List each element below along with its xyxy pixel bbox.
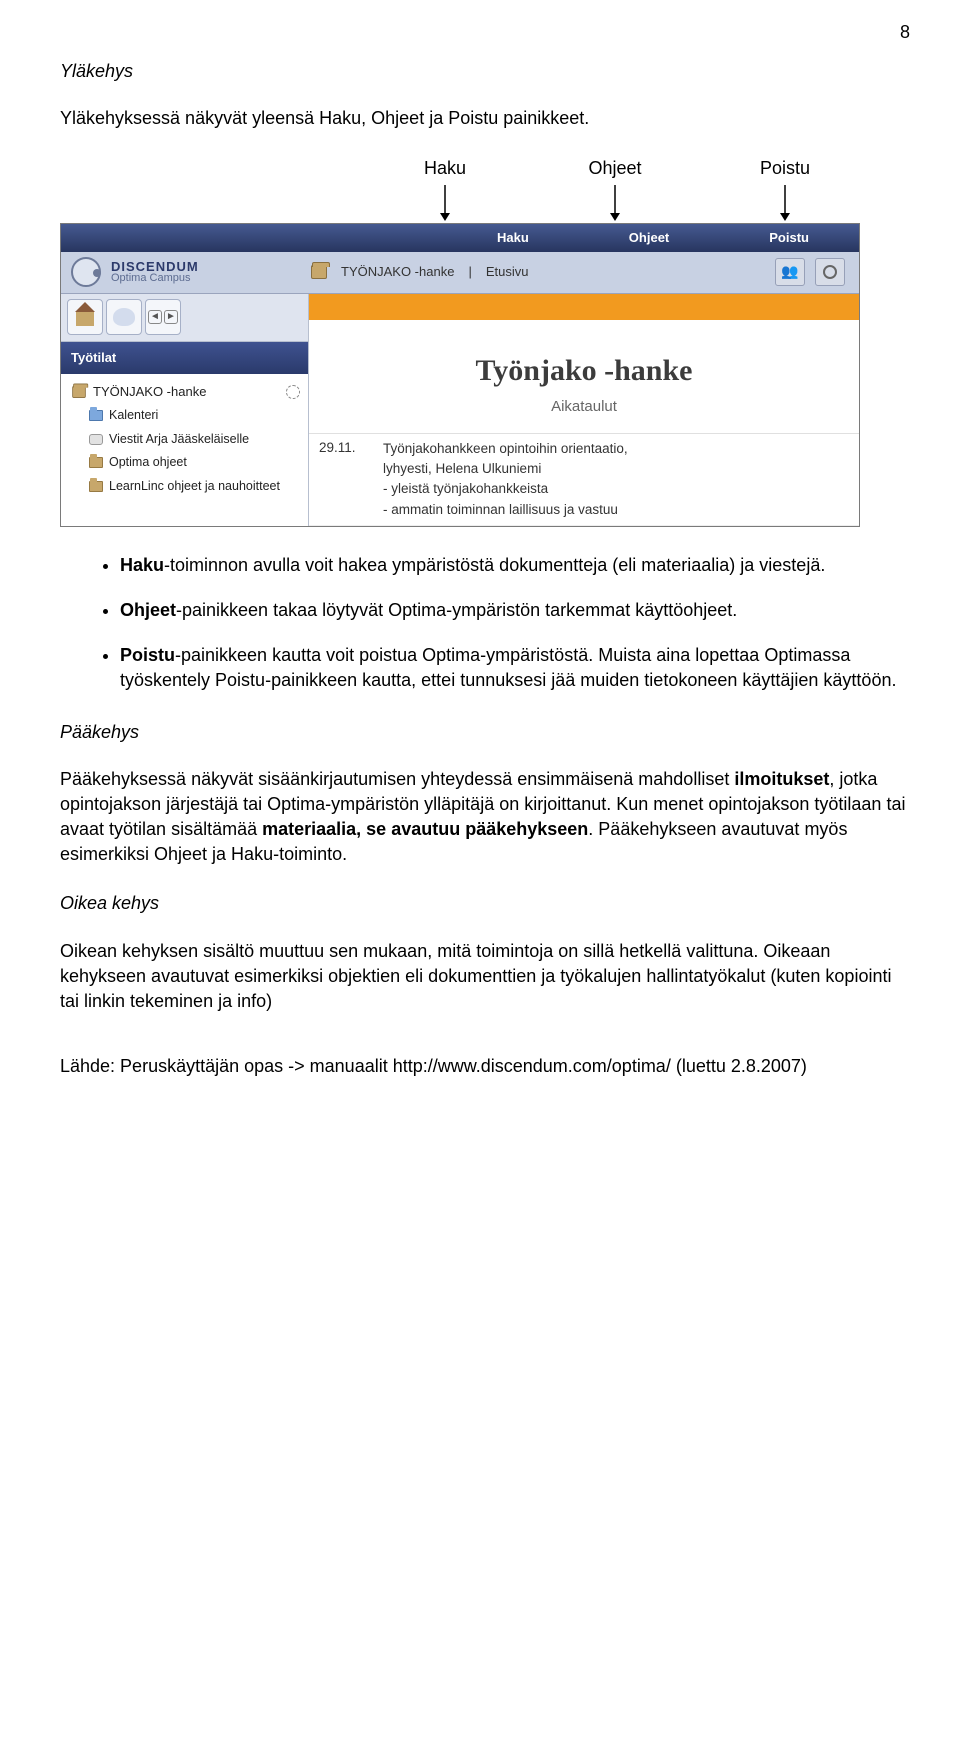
midbar: DISCENDUM Optima Campus TYÖNJAKO -hanke … (61, 252, 859, 294)
source-line: Lähde: Peruskäyttäjän opas -> manuaalit … (60, 1054, 910, 1079)
bullet-item: Poistu-painikkeen kautta voit poistua Op… (120, 643, 910, 693)
brain-icon[interactable] (106, 299, 142, 335)
tree-label: TYÖNJAKO -hanke (93, 383, 206, 401)
section-title-paakehys: Pääkehys (60, 720, 910, 745)
breadcrumb-sep: | (468, 263, 471, 281)
text-span: Pääkehyksessä näkyvät sisäänkirjautumise… (60, 769, 734, 789)
sidebar: ◄► Työtilat TYÖNJAKO -hanke Kalenteri (61, 294, 309, 526)
nav-arrows-icon[interactable]: ◄► (145, 299, 181, 335)
topbar: Haku Ohjeet Poistu (61, 224, 859, 252)
label-ohjeet: Ohjeet (530, 156, 700, 181)
folder-icon (89, 410, 103, 421)
orange-bar (309, 294, 859, 320)
label-poistu: Poistu (700, 156, 870, 181)
gear-icon[interactable] (286, 385, 300, 399)
bullet-list: Haku-toiminnon avulla voit hakea ympäris… (60, 553, 910, 694)
topbar-ohjeet-link[interactable]: Ohjeet (629, 229, 669, 247)
table-row: 29.11. Työnjakohankkeen opintoihin orien… (309, 434, 859, 526)
briefcase-icon (72, 386, 86, 398)
ylakehys-intro: Yläkehyksessä näkyvät yleensä Haku, Ohje… (60, 106, 910, 131)
page-title: Työnjako -hanke (319, 350, 849, 392)
section-title-ylakehys: Yläkehys (60, 59, 910, 84)
tree-item[interactable]: TYÖNJAKO -hanke (71, 380, 300, 404)
logo: DISCENDUM Optima Campus (61, 257, 311, 287)
folder-icon (89, 457, 103, 468)
arrow-down-icon (700, 185, 870, 221)
tree-item[interactable]: Viestit Arja Jääskeläiselle (71, 428, 300, 452)
row-line: - yleistä työnjakohankkeista (383, 479, 853, 499)
briefcase-icon (311, 265, 327, 279)
message-icon (89, 434, 103, 445)
schedule-table: 29.11. Työnjakohankkeen opintoihin orien… (309, 433, 859, 526)
home-icon[interactable] (67, 299, 103, 335)
logo-line2: Optima Campus (111, 273, 199, 285)
row-content: Työnjakohankkeen opintoihin orientaatio,… (383, 439, 853, 520)
bullet-prefix: Poistu (120, 645, 175, 665)
users-icon[interactable]: 👥 (775, 258, 805, 286)
paakehys-para: Pääkehyksessä näkyvät sisäänkirjautumise… (60, 767, 910, 868)
bullet-item: Haku-toiminnon avulla voit hakea ympäris… (120, 553, 910, 578)
pointer-labels: Haku Ohjeet Poistu (360, 156, 910, 181)
topbar-poistu-link[interactable]: Poistu (769, 229, 809, 247)
logo-line1: DISCENDUM (111, 260, 199, 274)
tree-item[interactable]: Kalenteri (71, 404, 300, 428)
row-line: Työnjakohankkeen opintoihin orientaatio, (383, 439, 853, 459)
label-haku: Haku (360, 156, 530, 181)
folder-icon (89, 481, 103, 492)
page-number: 8 (60, 20, 910, 45)
arrow-down-icon (530, 185, 700, 221)
sidebar-header: Työtilat (61, 342, 308, 374)
bullet-text: -painikkeen kautta voit poistua Optima-y… (120, 645, 896, 690)
main-frame: Työnjako -hanke Aikataulut 29.11. Työnja… (309, 294, 859, 526)
oikea-para: Oikean kehyksen sisältö muuttuu sen muka… (60, 939, 910, 1015)
pointer-arrows (360, 185, 910, 221)
arrow-down-icon (360, 185, 530, 221)
row-line: lyhyesti, Helena Ulkuniemi (383, 459, 853, 479)
logo-icon (71, 257, 101, 287)
breadcrumb: TYÖNJAKO -hanke | Etusivu (311, 263, 775, 281)
tree-label: Viestit Arja Jääskeläiselle (109, 431, 249, 449)
settings-icon[interactable] (815, 258, 845, 286)
row-line: - ammatin toiminnan laillisuus ja vastuu (383, 500, 853, 520)
tree-label: LearnLinc ohjeet ja nauhoitteet (109, 478, 280, 496)
text-bold: materiaalia, se avautuu pääkehykseen (262, 819, 588, 839)
text-bold: ilmoitukset (734, 769, 829, 789)
topbar-haku-link[interactable]: Haku (497, 229, 529, 247)
tree-label: Optima ohjeet (109, 454, 187, 472)
bullet-prefix: Haku (120, 555, 164, 575)
section-title-oikea: Oikea kehys (60, 891, 910, 916)
tree-item[interactable]: Optima ohjeet (71, 451, 300, 475)
bullet-item: Ohjeet-painikkeen takaa löytyvät Optima-… (120, 598, 910, 623)
breadcrumb-item[interactable]: TYÖNJAKO -hanke (341, 263, 454, 281)
tree-label: Kalenteri (109, 407, 158, 425)
bullet-text: -painikkeen takaa löytyvät Optima-ympäri… (176, 600, 737, 620)
breadcrumb-item[interactable]: Etusivu (486, 263, 529, 281)
bullet-text: -toiminnon avulla voit hakea ympäristöst… (164, 555, 825, 575)
page-subtitle: Aikataulut (309, 396, 859, 417)
optima-screenshot: Haku Ohjeet Poistu DISCENDUM Optima Camp… (60, 223, 860, 527)
bullet-prefix: Ohjeet (120, 600, 176, 620)
row-date: 29.11. (319, 439, 371, 520)
tree-item[interactable]: LearnLinc ohjeet ja nauhoitteet (71, 475, 300, 499)
